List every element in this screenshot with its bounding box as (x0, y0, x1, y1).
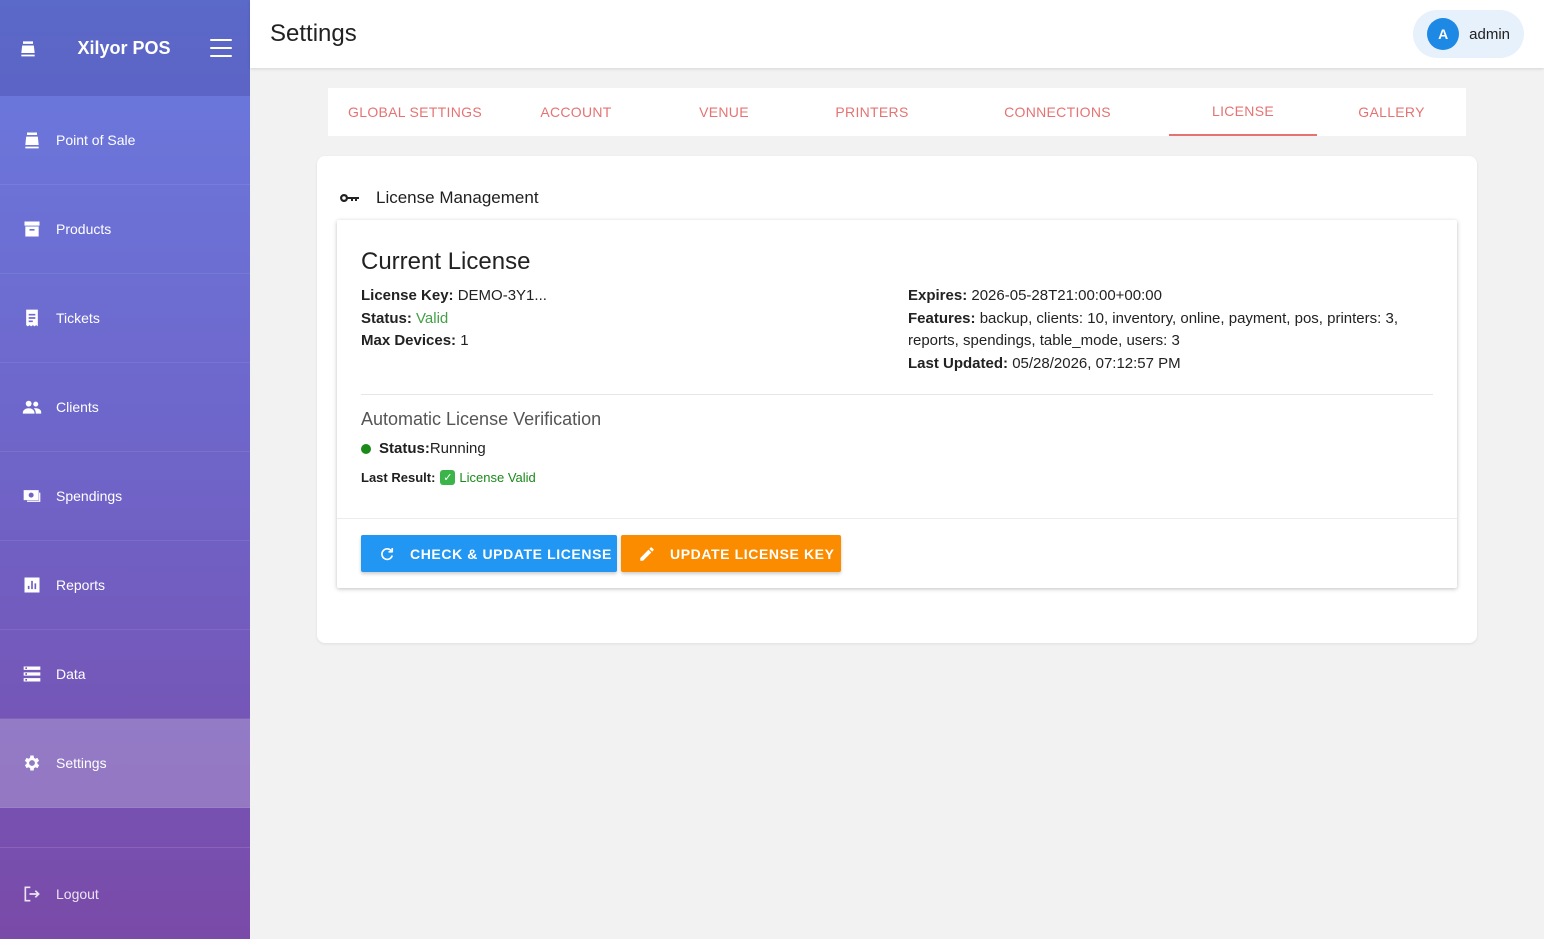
sidebar-item-label: Clients (56, 399, 99, 415)
expires-row: Expires: 2026-05-28T21:00:00+00:00 (908, 287, 1162, 304)
logout-icon (24, 886, 40, 901)
refresh-icon (381, 547, 394, 560)
license-key-value: DEMO-3Y1... (457, 287, 547, 304)
logout-button[interactable]: Logout (0, 847, 250, 939)
gear-icon (24, 755, 40, 771)
last-result: Last Result: ✓ License Valid (361, 470, 536, 485)
settings-tabs: GLOBAL SETTINGS ACCOUNT VENUE PRINTERS C… (328, 88, 1466, 136)
sidebar-item-point-of-sale[interactable]: Point of Sale (0, 96, 250, 185)
sidebar-item-data[interactable]: Data (0, 630, 250, 719)
cash-register-icon (21, 41, 35, 57)
sidebar-item-tickets[interactable]: Tickets (0, 274, 250, 363)
sidebar-item-products[interactable]: Products (0, 185, 250, 274)
last-result-value: License Valid (459, 470, 536, 485)
sidebar-item-label: Tickets (56, 310, 100, 326)
expires-value: 2026-05-28T21:00:00+00:00 (971, 287, 1162, 304)
status-row: Status: Valid (361, 309, 449, 327)
auto-verification-heading: Automatic License Verification (361, 409, 602, 429)
update-license-key-label: UPDATE LICENSE KEY (670, 545, 835, 562)
avatar: A (1427, 18, 1460, 50)
features-value: backup, clients: 10, inventory, online, … (908, 309, 1398, 350)
sidebar-item-label: Point of Sale (56, 132, 136, 148)
license-details-right: Expires: 2026-05-28T21:00:00+00:00 Featu… (908, 285, 1428, 375)
sidebar-item-label: Data (56, 666, 86, 682)
page-title: Settings (270, 20, 357, 47)
money-icon (23, 490, 41, 502)
sidebar-item-settings[interactable]: Settings (0, 719, 250, 808)
sidebar: Xilyor POS Point of Sale Products Ticket… (0, 0, 250, 939)
logout-label: Logout (56, 885, 99, 902)
auto-verification-status: Status: Running (361, 440, 486, 457)
features-row: Features: backup, clients: 10, inventory… (908, 309, 1398, 350)
app-name: Xilyor POS (77, 37, 171, 58)
actions-divider (337, 518, 1457, 519)
sidebar-item-reports[interactable]: Reports (0, 541, 250, 630)
check-mark-icon: ✓ (440, 470, 456, 485)
hamburger-menu-icon[interactable] (210, 39, 232, 57)
people-icon (22, 400, 42, 414)
check-update-label: CHECK & UPDATE LICENSE (410, 545, 612, 562)
license-management-card: License Management Current License Licen… (317, 156, 1477, 643)
tab-account[interactable]: ACCOUNT (502, 88, 650, 136)
sidebar-item-label: Settings (56, 755, 107, 771)
max-devices-row: Max Devices: 1 (361, 332, 469, 349)
tab-gallery[interactable]: GALLERY (1317, 88, 1466, 136)
auto-status-value: Running (429, 440, 486, 457)
receipt-icon (26, 309, 38, 327)
sidebar-item-label: Reports (56, 577, 106, 593)
tab-printers[interactable]: PRINTERS (798, 88, 946, 136)
check-update-license-button[interactable]: CHECK & UPDATE LICENSE (361, 535, 617, 572)
section-title: License Management (337, 186, 539, 210)
sidebar-item-label: Products (56, 221, 112, 237)
last-updated-value: 05/28/2026, 07:12:57 PM (1012, 354, 1181, 372)
current-license-panel: Current License License Key: DEMO-3Y1...… (337, 220, 1457, 588)
sidebar-item-label: Spendings (56, 488, 123, 504)
tab-venue[interactable]: VENUE (650, 88, 798, 136)
archive-icon (24, 221, 40, 237)
top-bar: Settings A admin (250, 0, 1544, 68)
license-details-left: License Key: DEMO-3Y1... Status: Valid M… (361, 285, 881, 353)
current-license-heading: Current License (361, 248, 531, 275)
status-value: Valid (416, 309, 449, 327)
sidebar-header: Xilyor POS (0, 0, 250, 96)
key-icon (340, 193, 359, 202)
section-title-text: License Management (376, 188, 539, 207)
cash-register-icon (25, 132, 39, 149)
sidebar-item-clients[interactable]: Clients (0, 363, 250, 452)
user-menu[interactable]: A admin (1413, 10, 1524, 58)
license-key-row: License Key: DEMO-3Y1... (361, 287, 547, 304)
max-devices-value: 1 (460, 332, 469, 349)
storage-icon (23, 666, 41, 682)
divider (361, 394, 1433, 395)
sidebar-item-spendings[interactable]: Spendings (0, 452, 250, 541)
status-dot-icon (361, 443, 371, 454)
chart-icon (24, 577, 40, 593)
pencil-icon (640, 546, 654, 561)
last-updated-row: Last Updated: 05/28/2026, 07:12:57 PM (908, 354, 1181, 372)
tab-license[interactable]: LICENSE (1169, 88, 1317, 136)
update-license-key-button[interactable]: UPDATE LICENSE KEY (621, 535, 841, 572)
tab-global-settings[interactable]: GLOBAL SETTINGS (328, 88, 502, 136)
tab-connections[interactable]: CONNECTIONS (946, 88, 1169, 136)
username: admin (1469, 25, 1510, 43)
